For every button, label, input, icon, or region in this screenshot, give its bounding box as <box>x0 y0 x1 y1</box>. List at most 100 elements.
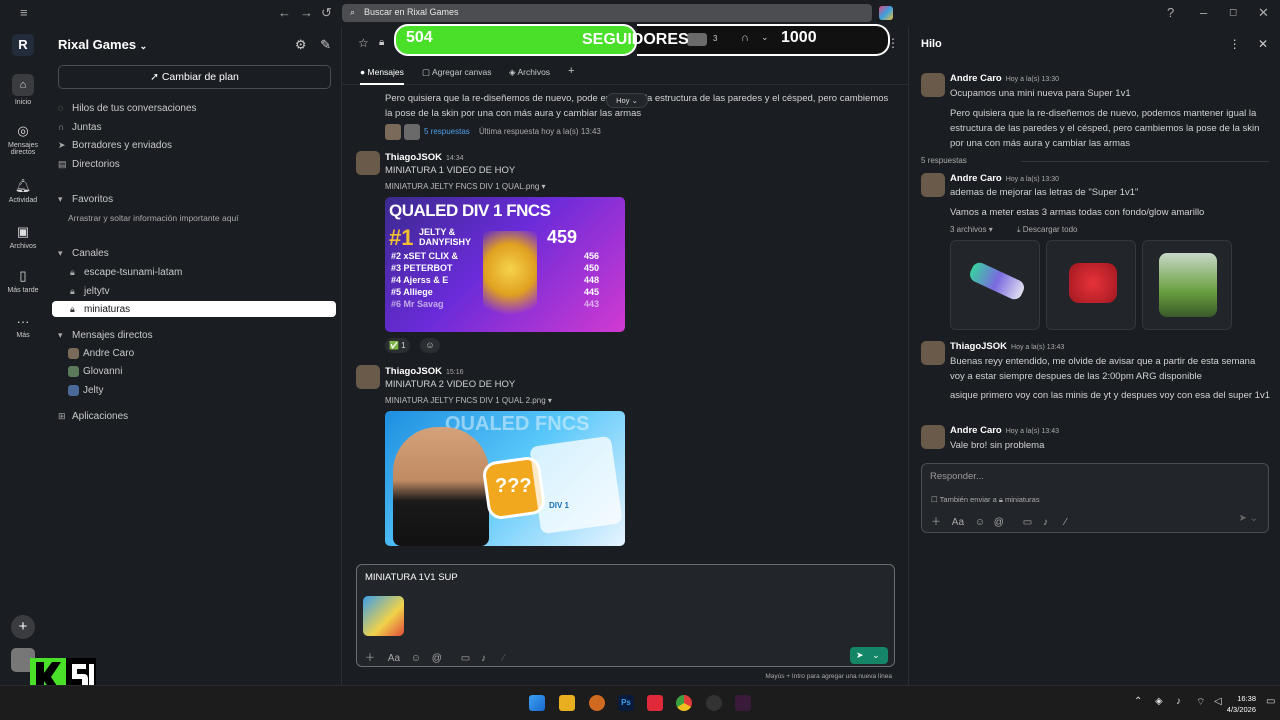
message-author[interactable]: ThiagoJSOK 15:16 <box>385 366 464 377</box>
slash-icon[interactable]: ⁄ <box>503 653 505 664</box>
send-button[interactable]: ➤ ⌄ <box>850 647 888 664</box>
clock[interactable]: 16:38 4/3/2026 <box>1227 693 1256 715</box>
emoji-icon[interactable]: ☺ <box>411 653 421 664</box>
sidebar-item-threads[interactable]: ◌ Hilos de tus conversaciones <box>58 100 197 116</box>
add-reaction-icon[interactable]: ☺ <box>420 338 440 353</box>
rail-item-dms[interactable]: ◎ Mensajes directos <box>0 123 46 156</box>
sidebar-item-directories[interactable]: ▤ Directorios <box>58 156 120 172</box>
format-icon[interactable]: Aa <box>952 517 964 528</box>
file-name[interactable]: MINIATURA JELTY FNCS DIV 1 QUAL 2.png ▾ <box>385 396 552 405</box>
tab-files[interactable]: ◈ Archivos <box>509 67 550 78</box>
mic-icon[interactable]: ♪ <box>1176 696 1181 707</box>
blender-icon[interactable] <box>589 695 605 711</box>
message-author[interactable]: Andre Caro Hoy a la(s) 13:30 <box>950 73 1059 84</box>
star-icon[interactable]: ☆ <box>358 36 369 50</box>
mention-icon[interactable]: @ <box>432 653 442 664</box>
kebab-icon[interactable]: ⋮ <box>887 36 899 50</box>
tab-canvas[interactable]: ▢ Agregar canvas <box>422 67 491 78</box>
back-icon[interactable]: ← <box>278 5 291 20</box>
format-icon[interactable]: Aa <box>388 653 400 664</box>
dms-header[interactable]: ▾ Mensajes directos <box>58 327 153 343</box>
date-divider-pill[interactable]: Hoy ⌄ <box>606 93 648 108</box>
also-send-checkbox[interactable]: ☐ También enviar a 🔒︎ miniaturas <box>931 495 1040 505</box>
emoji-icon[interactable]: ☺ <box>975 517 985 528</box>
add-workspace-button[interactable]: + <box>11 615 35 639</box>
history-icon[interactable]: ↺ <box>321 5 332 21</box>
avatar[interactable] <box>921 73 945 97</box>
chevron-down-icon[interactable]: ⌄ <box>761 32 769 43</box>
reply-input[interactable]: Responder... <box>930 471 984 482</box>
sidebar-item-drafts[interactable]: ➤ Borradores y enviados <box>58 137 172 153</box>
thumbnail-image[interactable]: QUALED DIV 1 FNCS #1 JELTY & DANYFISHY 4… <box>385 197 625 332</box>
search-input[interactable]: ⌕ Buscar en Rixal Games <box>342 4 872 22</box>
message-author[interactable]: Andre Caro Hoy a la(s) 13:30 <box>950 173 1059 184</box>
workspace-name[interactable]: Rixal Games ⌄ <box>58 37 147 52</box>
channels-header[interactable]: ▾ Canales <box>58 245 109 261</box>
reaction-pill[interactable]: ✅ 1 <box>385 338 410 353</box>
compose-icon[interactable]: ✎ <box>320 37 331 52</box>
obs-icon[interactable] <box>706 695 722 711</box>
message-author[interactable]: Andre Caro Hoy a la(s) 13:43 <box>950 425 1059 436</box>
rail-item-more[interactable]: ··· Más <box>0 314 46 339</box>
notification-icon[interactable]: ▭ <box>1266 696 1275 707</box>
chrome-icon[interactable] <box>676 695 692 711</box>
sidebar-item-dm[interactable]: Andre Caro <box>68 346 134 362</box>
member-avatars[interactable] <box>687 33 707 46</box>
sidebar-item-channel[interactable]: 🔒︎ jeltytv <box>70 283 110 299</box>
chevron-up-icon[interactable]: ⌃ <box>1134 696 1142 707</box>
avatar[interactable] <box>356 365 380 389</box>
menu-icon[interactable]: ≡ <box>20 5 28 20</box>
minimize-icon[interactable]: – <box>1200 5 1207 20</box>
message-author[interactable]: ThiagoJSOK Hoy a la(s) 13:43 <box>950 341 1064 352</box>
favorites-header[interactable]: ▾ Favoritos <box>58 191 113 207</box>
huddle-icon[interactable]: ∩ <box>741 32 749 44</box>
workspace-logo[interactable]: R <box>12 34 34 56</box>
windows-icon[interactable] <box>529 695 545 711</box>
sidebar-item-apps[interactable]: ⊞ Aplicaciones <box>58 408 128 424</box>
rail-item-home[interactable]: ⌂ Inicio <box>0 74 46 106</box>
add-tab-button[interactable]: + <box>568 65 574 77</box>
sidebar-item-dm[interactable]: Glovanni <box>68 364 122 380</box>
folder-icon[interactable] <box>559 695 575 711</box>
sidebar-item-dm[interactable]: Jelty <box>68 383 104 399</box>
message-author[interactable]: ThiagoJSOK 14:34 <box>385 152 464 163</box>
video-icon[interactable]: ▭ <box>461 653 470 664</box>
rail-item-files[interactable]: ▣ Archivos <box>0 224 46 250</box>
avatar[interactable] <box>921 425 945 449</box>
tab-messages[interactable]: ● Mensajes <box>360 67 404 85</box>
file-thumbnail[interactable] <box>950 240 1040 330</box>
sidebar-item-channel[interactable]: 🔒︎ escape-tsunami-latam <box>70 264 182 280</box>
settings-icon[interactable]: ⚙ <box>295 37 307 52</box>
avatar[interactable] <box>356 151 380 175</box>
change-plan-button[interactable]: ➚ Cambiar de plan <box>58 65 331 89</box>
plus-icon[interactable]: ＋ <box>931 517 941 528</box>
composer-text[interactable]: MINIATURA 1V1 SUP <box>365 572 458 583</box>
slack-icon[interactable] <box>735 695 751 711</box>
attachment-preview[interactable] <box>363 596 404 636</box>
video-icon[interactable]: ▭ <box>1023 517 1032 528</box>
files-count[interactable]: 3 archivos ▾ <box>950 225 993 234</box>
forward-icon[interactable]: → <box>300 5 313 20</box>
replies-link[interactable]: 5 respuestas <box>424 127 470 136</box>
file-thumbnail[interactable] <box>1142 240 1232 330</box>
thread-reply-composer[interactable]: Responder... ☐ También enviar a 🔒︎ minia… <box>921 463 1269 533</box>
volume-icon[interactable]: ◁ <box>1214 696 1222 707</box>
close-icon[interactable]: ✕ <box>1258 37 1268 51</box>
thumbnail-image[interactable]: QUALED FNCS ??? DIV 1 <box>385 411 625 546</box>
photoshop-icon[interactable]: Ps <box>618 695 634 711</box>
wifi-icon[interactable]: ⌔ <box>1196 696 1205 709</box>
sidebar-item-channel-active[interactable]: 🔒︎ miniaturas <box>52 301 336 317</box>
file-name[interactable]: MINIATURA JELTY FNCS DIV 1 QUAL.png ▾ <box>385 182 546 191</box>
avatar[interactable] <box>921 341 945 365</box>
rail-item-activity[interactable]: 🔔︎ Actividad <box>0 178 46 204</box>
kebab-icon[interactable]: ⋮ <box>1229 37 1241 51</box>
maximize-icon[interactable]: ◻ <box>1229 7 1237 18</box>
wps-icon[interactable] <box>647 695 663 711</box>
close-icon[interactable]: ✕ <box>1258 5 1269 21</box>
send-button[interactable]: ➤ ⌄ <box>1238 513 1258 524</box>
download-all-link[interactable]: ⤓ Descargar todo <box>1017 225 1077 235</box>
sidebar-item-huddles[interactable]: ∩ Juntas <box>58 119 101 135</box>
plus-icon[interactable]: ＋ <box>365 653 375 664</box>
rail-item-later[interactable]: ▯ Más tarde <box>0 268 46 294</box>
mention-icon[interactable]: @ <box>994 517 1004 528</box>
